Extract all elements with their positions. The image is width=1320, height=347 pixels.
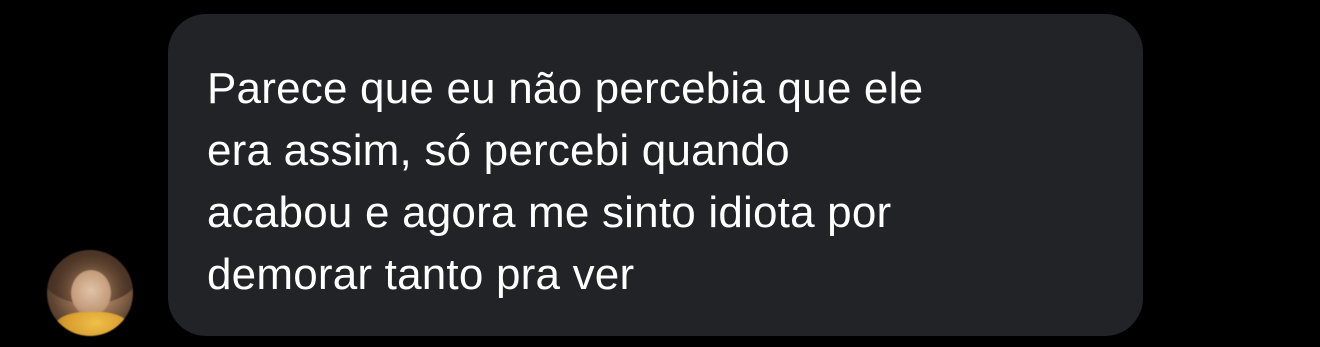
message-bubble[interactable]: Parece que eu não percebia que ele era a… (168, 14, 1143, 336)
chat-screen: Parece que eu não percebia que ele era a… (0, 0, 1320, 347)
avatar-face (71, 270, 111, 316)
message-row: Parece que eu não percebia que ele era a… (0, 0, 1320, 347)
avatar-shirt (55, 312, 129, 336)
message-line-2: era assim, só percebi quando (207, 126, 790, 175)
message-line-1: Parece que eu não percebia que ele (207, 64, 924, 113)
avatar[interactable] (47, 250, 133, 336)
message-text: Parece que eu não percebia que ele era a… (207, 58, 1103, 306)
message-line-4: demorar tanto pra ver (207, 250, 635, 299)
message-line-3: acabou e agora me sinto idiota por (207, 188, 892, 237)
